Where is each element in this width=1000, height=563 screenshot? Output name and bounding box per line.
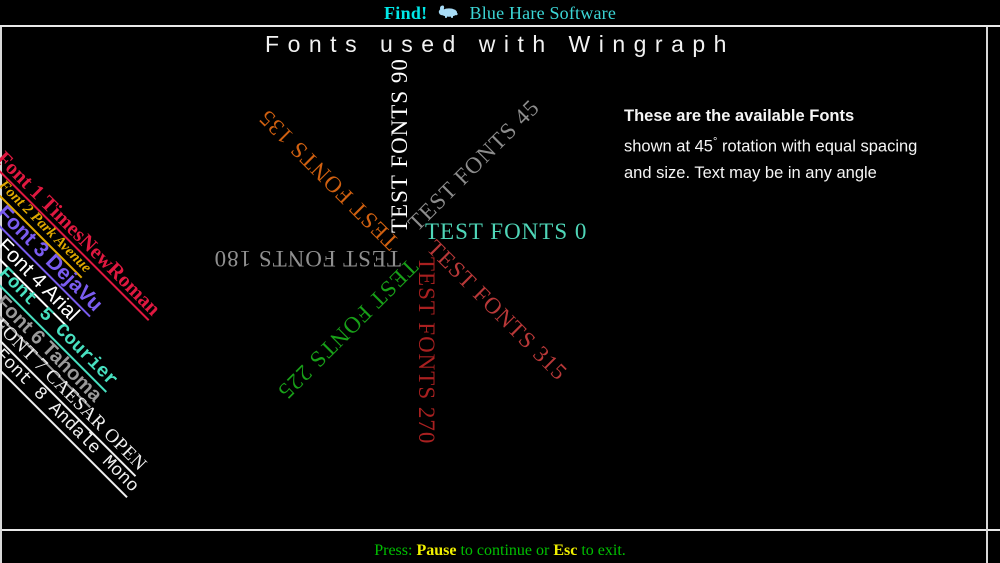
star-ray-test-fonts-315: TEST FONTS 315	[422, 235, 573, 386]
font-sample-list: Font 1 TimesNewRoman Font 2 Park Avenue Fo…	[0, 120, 260, 499]
status-prompt: Press: Pause to continue or Esc to exit.	[0, 542, 1000, 560]
divider-bottom	[0, 529, 1000, 531]
rabbit-icon	[437, 4, 459, 21]
star-ray-test-fonts-135: TEST FONTS 135	[253, 104, 404, 255]
prompt-key-pause[interactable]: Pause	[416, 542, 456, 559]
app-banner: Find! Blue Hare Software	[0, 0, 1000, 26]
find-label: Find!	[383, 2, 428, 23]
prompt-mid-label: to continue or	[460, 542, 550, 559]
prompt-tail-label: to exit.	[581, 542, 626, 559]
page-title: Fonts used with Wingraph	[265, 31, 735, 57]
star-ray-test-fonts-180: TEST FONTS 180	[213, 246, 401, 271]
border-right	[986, 27, 988, 563]
brand-label: Blue Hare Software	[469, 2, 617, 23]
description-line-2: shown at 45° rotation with equal spacing	[624, 129, 974, 160]
star-ray-test-fonts-270: TEST FONTS 270	[414, 257, 439, 445]
prompt-key-esc[interactable]: Esc	[553, 542, 577, 559]
divider-top	[0, 25, 1000, 27]
description-line-3: and size. Text may be in any angle	[624, 163, 877, 182]
star-ray-test-fonts-90: TEST FONTS 90	[387, 58, 412, 233]
star-ray-test-fonts-225: TEST FONTS 225	[272, 254, 423, 405]
star-ray-test-fonts-45: TEST FONTS 45	[403, 94, 545, 236]
description-block: These are the available Fonts shown at 4…	[624, 103, 974, 186]
prompt-press-label: Press:	[374, 542, 413, 559]
description-line-2a: shown at 45	[624, 137, 713, 156]
description-headline: These are the available Fonts	[624, 107, 855, 125]
star-ray-test-fonts-0: TEST FONTS 0	[425, 219, 588, 244]
description-line-2b: rotation with equal spacing	[717, 137, 918, 156]
wingraph-font-demo-screen: Find! Blue Hare Software Fonts used with…	[0, 0, 1000, 563]
